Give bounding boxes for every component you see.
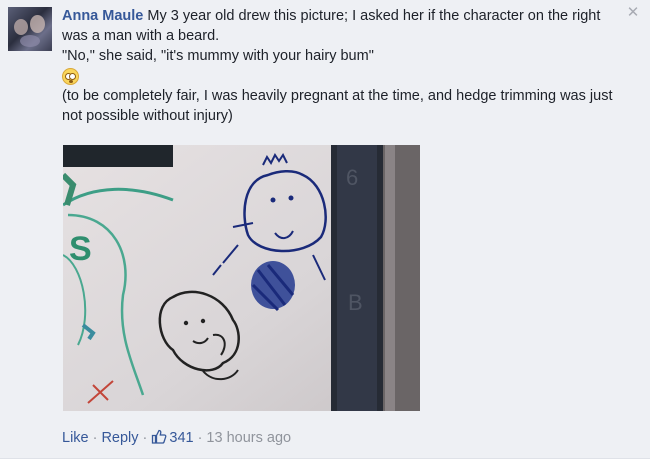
comment-body: Anna Maule My 3 year old drew this pictu… — [62, 6, 618, 126]
comment: ✕ Anna Maule My 3 year old drew this pic… — [0, 0, 650, 459]
comment-line-1: Anna Maule My 3 year old drew this pictu… — [62, 6, 618, 46]
board-letter-b: B — [348, 290, 363, 315]
thumbs-up-icon — [152, 429, 167, 444]
attached-photo[interactable]: S 6 B — [63, 145, 420, 411]
reply-link[interactable]: Reply — [101, 430, 138, 446]
comment-text-1: My 3 year old drew this picture; I asked… — [62, 8, 601, 44]
like-link[interactable]: Like — [62, 430, 89, 446]
separator-dot: · — [197, 430, 203, 446]
comment-text-2: "No," she said, "it's mummy with your ha… — [62, 48, 374, 64]
comment-actions: Like · Reply · 341 · 13 hours ago — [62, 428, 291, 448]
flushed-face-icon — [62, 68, 79, 86]
board-digit-6: 6 — [346, 165, 358, 190]
like-count[interactable]: 341 — [151, 429, 194, 446]
comment-text-3: (to be completely fair, I was heavily pr… — [62, 88, 613, 125]
timestamp[interactable]: 13 hours ago — [206, 430, 291, 446]
emoji-line — [62, 66, 618, 86]
separator-dot: · — [92, 430, 98, 446]
child-drawing-image: S 6 B — [63, 145, 420, 411]
author-name[interactable]: Anna Maule — [62, 8, 143, 24]
svg-text:S: S — [69, 230, 92, 268]
avatar[interactable] — [8, 7, 52, 51]
close-icon[interactable]: ✕ — [626, 5, 640, 20]
separator-dot: · — [142, 430, 148, 446]
